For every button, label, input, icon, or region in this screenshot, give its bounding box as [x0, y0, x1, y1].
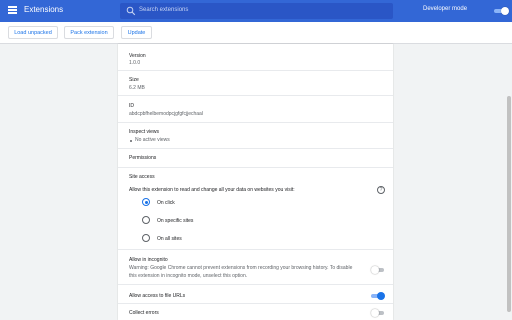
- app-header: Extensions Search extensions Developer m…: [0, 0, 512, 22]
- page-title: Extensions: [24, 5, 64, 14]
- size-label: Size: [129, 77, 139, 83]
- incognito-label: Allow in incognito: [129, 257, 168, 263]
- search-input[interactable]: Search extensions: [120, 3, 393, 19]
- id-value: abdcpbfhelbemodpcjgfgfcjjechaal: [129, 111, 203, 117]
- radio-on-specific-sites[interactable]: [142, 216, 150, 224]
- update-button[interactable]: Update: [121, 26, 152, 39]
- search-placeholder: Search extensions: [139, 7, 189, 13]
- divider: [118, 70, 393, 71]
- developer-toolbar: Load unpacked Pack extension Update: [0, 22, 512, 44]
- extension-details-panel: Version 1.0.0 Size 6.2 MB ID abdcpbfhelb…: [118, 44, 393, 320]
- version-value: 1.0.0: [129, 60, 141, 66]
- scrollbar-thumb[interactable]: [507, 96, 511, 312]
- divider: [118, 284, 393, 285]
- inspect-views-value: No active views: [135, 137, 170, 143]
- divider: [118, 122, 393, 123]
- id-label: ID: [129, 103, 134, 109]
- radio-on-all-sites[interactable]: [142, 234, 150, 242]
- incognito-warning-line2: this extension in incognito mode, unsele…: [129, 273, 248, 279]
- radio-label-on-all-sites: On all sites: [157, 236, 182, 242]
- divider: [118, 148, 393, 149]
- file-urls-label: Allow access to file URLs: [129, 293, 186, 299]
- size-value: 6.2 MB: [129, 85, 145, 91]
- load-unpacked-button[interactable]: Load unpacked: [8, 26, 58, 39]
- inspect-views-label: Inspect views: [129, 129, 160, 135]
- developer-mode-label: Developer mode: [423, 6, 468, 12]
- radio-on-click[interactable]: [142, 198, 150, 206]
- collect-errors-toggle[interactable]: [371, 309, 385, 317]
- incognito-toggle[interactable]: [371, 266, 385, 274]
- incognito-warning-line1: Warning: Google Chrome cannot prevent ex…: [129, 265, 353, 271]
- site-access-description: Allow this extension to read and change …: [129, 187, 295, 193]
- site-access-label: Site access: [129, 174, 155, 180]
- file-urls-toggle[interactable]: [371, 292, 385, 300]
- developer-mode-toggle[interactable]: [494, 7, 509, 15]
- divider: [118, 249, 393, 250]
- radio-label-on-click: On click: [157, 200, 175, 206]
- pack-extension-button[interactable]: Pack extension: [64, 26, 114, 39]
- help-icon[interactable]: ?: [377, 186, 385, 194]
- divider: [118, 303, 393, 304]
- collect-errors-label: Collect errors: [129, 310, 159, 316]
- bullet-dot: [130, 140, 132, 142]
- permissions-label: Permissions: [129, 155, 157, 161]
- divider: [118, 167, 393, 168]
- version-label: Version: [129, 53, 146, 59]
- menu-icon[interactable]: [8, 6, 17, 14]
- search-icon: [126, 6, 136, 16]
- radio-label-on-specific-sites: On specific sites: [157, 218, 194, 224]
- divider: [118, 95, 393, 96]
